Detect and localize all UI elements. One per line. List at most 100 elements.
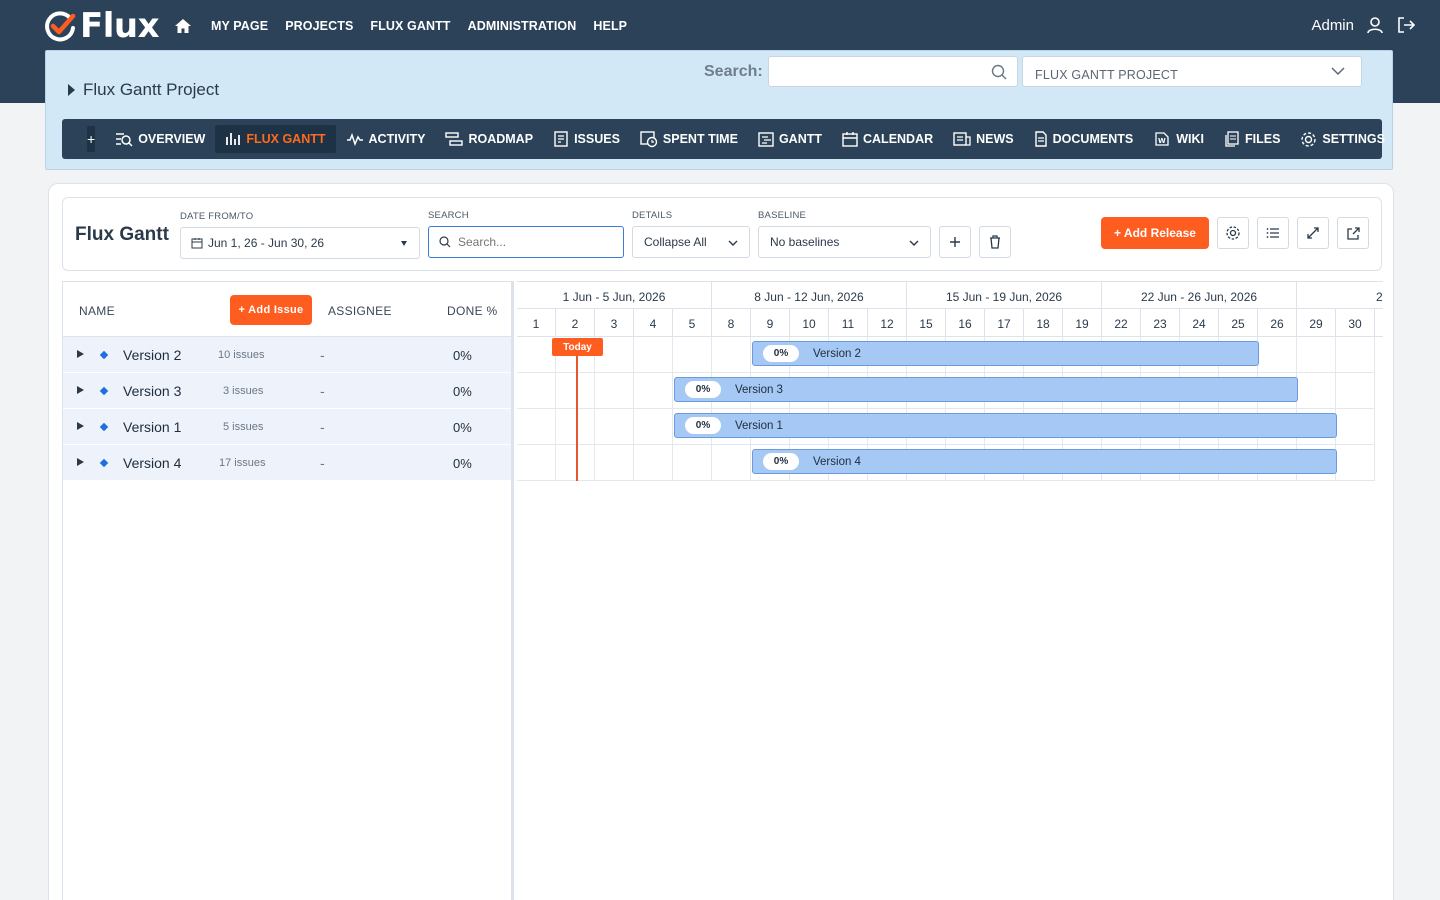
gantt-bar[interactable]: 0% Version 2 (752, 341, 1259, 366)
spent-time-icon (640, 131, 658, 148)
add-baseline-button[interactable] (939, 226, 971, 258)
tab-calendar-label: CALENDAR (863, 132, 934, 146)
tab-gantt[interactable]: GANTT (748, 125, 832, 153)
col-done[interactable]: DONE % (447, 304, 497, 318)
tab-settings[interactable]: SETTINGS (1290, 125, 1395, 153)
row-name[interactable]: Version 3 (123, 383, 181, 399)
date-label: DATE FROM/TO (180, 211, 254, 222)
user-icon[interactable] (1366, 16, 1384, 34)
row-done: 0% (453, 348, 472, 363)
nav-administration[interactable]: ADMINISTRATION (468, 19, 577, 33)
add-release-button[interactable]: + Add Release (1101, 217, 1209, 249)
tab-flux-gantt-label: FLUX GANTT (246, 132, 326, 146)
week-label: 15 Jun - 19 Jun, 2026 (907, 282, 1102, 309)
table-row[interactable]: Version 2 10 issues - 0% (63, 337, 511, 373)
flux-logo[interactable]: Flux (44, 6, 160, 46)
table-row[interactable]: Version 4 17 issues - 0% (63, 445, 511, 481)
open-external-button[interactable] (1337, 217, 1369, 249)
baseline-value: No baselines (770, 235, 840, 249)
gantt-bar[interactable]: 0% Version 4 (752, 449, 1337, 474)
tab-spent-time[interactable]: SPENT TIME (630, 125, 748, 153)
row-done: 0% (453, 456, 472, 471)
tab-spent-time-label: SPENT TIME (662, 132, 738, 146)
logout-icon[interactable] (1396, 16, 1416, 34)
gantt-search-input[interactable] (458, 235, 608, 249)
week-label: 29 Jun (1297, 282, 1383, 309)
tab-activity-label: ACTIVITY (368, 132, 426, 146)
date-range-picker[interactable]: Jun 1, 26 - Jun 30, 26 (180, 227, 420, 259)
day-label: 5 (673, 309, 712, 337)
tab-calendar[interactable]: CALENDAR (832, 125, 943, 153)
user-name[interactable]: Admin (1311, 17, 1354, 34)
expand-icon[interactable] (77, 458, 84, 466)
row-issue-count: 3 issues (223, 385, 264, 397)
col-name[interactable]: NAME (79, 304, 115, 318)
search-icon[interactable] (991, 64, 1007, 80)
overview-icon (116, 133, 133, 147)
week-header: 1 Jun - 5 Jun, 2026 8 Jun - 12 Jun, 2026 1… (517, 281, 1383, 309)
nav-my-page[interactable]: MY PAGE (211, 19, 268, 33)
row-name[interactable]: Version 1 (123, 419, 181, 435)
day-label: 2 (556, 309, 595, 337)
day-label: 1 (517, 309, 556, 337)
gantt-bar[interactable]: 0% Version 3 (674, 377, 1298, 402)
delete-baseline-button[interactable] (979, 226, 1011, 258)
nav-help[interactable]: HELP (593, 19, 627, 33)
home-icon[interactable] (174, 17, 192, 35)
project-title[interactable]: Flux Gantt Project (68, 80, 219, 100)
expand-icon[interactable] (77, 350, 84, 358)
row-name[interactable]: Version 2 (123, 347, 181, 363)
issues-icon (554, 131, 568, 147)
week-label: 8 Jun - 12 Jun, 2026 (712, 282, 907, 309)
row-assignee: - (320, 383, 325, 399)
row-issue-count: 5 issues (223, 421, 264, 433)
expand-icon[interactable] (77, 422, 84, 430)
calendar-icon (842, 132, 858, 147)
project-title-text: Flux Gantt Project (83, 80, 220, 99)
table-row[interactable]: Version 3 3 issues - 0% (63, 373, 511, 409)
week-label: 22 Jun - 26 Jun, 2026 (1102, 282, 1297, 309)
add-issue-button[interactable]: + Add Issue (230, 295, 312, 325)
expand-icon[interactable] (77, 386, 84, 394)
chevron-down-icon (728, 240, 738, 246)
nav-flux-gantt[interactable]: FLUX GANTT (370, 19, 450, 33)
tab-activity[interactable]: ACTIVITY (336, 125, 436, 153)
day-label: 23 (1141, 309, 1180, 337)
list-icon (1266, 228, 1279, 238)
module-tabs: + OVERVIEW FLUX GANTT ACTIVITY ROADMAP I… (62, 119, 1385, 159)
settings-button[interactable] (1217, 217, 1249, 249)
project-search-input[interactable] (769, 57, 1017, 86)
tab-issues[interactable]: ISSUES (543, 125, 630, 153)
fullscreen-button[interactable] (1297, 217, 1329, 249)
details-value: Collapse All (644, 235, 707, 249)
project-search[interactable] (768, 56, 1018, 87)
gantt-icon (758, 132, 774, 147)
table-row[interactable]: Version 1 5 issues - 0% (63, 409, 511, 445)
tab-overview[interactable]: OVERVIEW (105, 125, 215, 153)
timeline-pane[interactable]: 1 Jun - 5 Jun, 2026 8 Jun - 12 Jun, 2026 1… (517, 281, 1383, 900)
tab-news[interactable]: NEWS (943, 125, 1024, 153)
day-label: 4 (634, 309, 673, 337)
gantt-bar[interactable]: 0% Version 1 (674, 413, 1337, 438)
row-issue-count: 10 issues (218, 349, 265, 361)
tab-documents[interactable]: DOCUMENTS (1024, 125, 1144, 153)
details-select[interactable]: Collapse All (632, 226, 750, 258)
tab-roadmap[interactable]: ROADMAP (435, 125, 543, 153)
roadmap-icon (445, 132, 464, 146)
tab-wiki[interactable]: W WIKI (1143, 125, 1214, 153)
row-name[interactable]: Version 4 (123, 455, 181, 471)
version-icon (99, 458, 109, 468)
list-view-button[interactable] (1257, 217, 1289, 249)
baseline-select[interactable]: No baselines (758, 226, 931, 258)
gantt-search[interactable] (428, 226, 624, 258)
col-assignee[interactable]: ASSIGNEE (328, 304, 392, 318)
project-header: Flux Gantt Project Search: FLUX GANTT PR… (45, 50, 1393, 170)
caret-down-icon (401, 241, 407, 246)
tab-issues-label: ISSUES (574, 132, 620, 146)
nav-projects[interactable]: PROJECTS (285, 19, 353, 33)
day-label: 25 (1219, 309, 1258, 337)
tab-flux-gantt[interactable]: FLUX GANTT (215, 125, 336, 153)
tab-files[interactable]: FILES (1214, 125, 1290, 153)
project-selector[interactable]: FLUX GANTT PROJECT (1022, 56, 1362, 87)
new-item-button[interactable]: + (87, 126, 96, 152)
